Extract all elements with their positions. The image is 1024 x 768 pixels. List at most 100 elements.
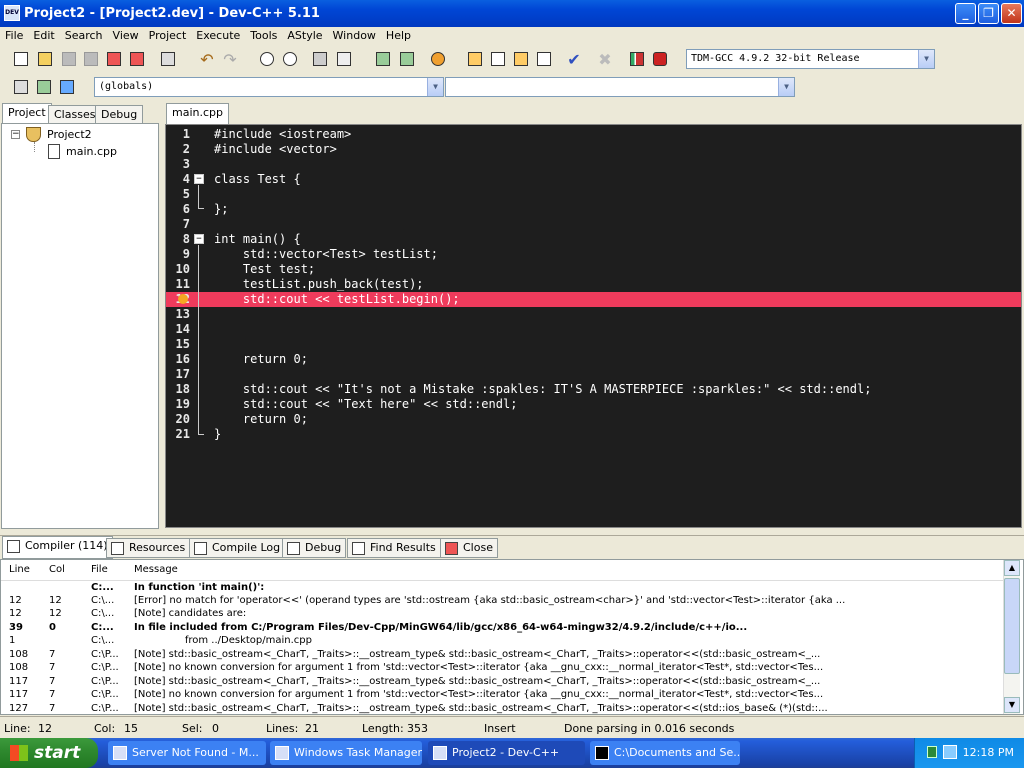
app-icon[interactable]: DEV <box>4 5 20 21</box>
project-options-icon[interactable] <box>427 48 449 70</box>
results-scrollbar[interactable]: ▲ ▼ <box>1003 560 1020 714</box>
menu-project[interactable]: Project <box>144 27 192 45</box>
maximize-button[interactable]: ❐ <box>978 3 999 24</box>
tab-find-results[interactable]: Find Results <box>347 538 441 558</box>
remove-from-project-icon[interactable] <box>396 48 418 70</box>
table-row[interactable]: 12 12 C:\... [Note] candidates are: <box>1 607 1003 621</box>
menu-astyle[interactable]: AStyle <box>282 27 327 45</box>
column-header-file[interactable]: File <box>83 560 126 581</box>
menu-file[interactable]: File <box>0 27 28 45</box>
code-line: 16 return 0; <box>175 352 308 366</box>
compiler-select-value: TDM-GCC 4.9.2 32-bit Release <box>691 53 860 64</box>
task-task-manager[interactable]: Windows Task Manager <box>270 741 422 765</box>
close-button[interactable]: ✕ <box>1001 3 1022 24</box>
syntax-check-icon[interactable]: ✔ <box>563 48 585 70</box>
new-file-icon[interactable] <box>10 48 32 70</box>
menu-help[interactable]: Help <box>381 27 416 45</box>
tab-project[interactable]: Project <box>2 103 52 124</box>
table-row[interactable]: 117 7 C:\P... [Note] std::basic_ostream<_Ch… <box>1 675 1003 689</box>
scroll-down-icon[interactable]: ▼ <box>1004 697 1020 713</box>
tab-find-results-label: Find Results <box>370 541 436 554</box>
column-header-message[interactable]: Message <box>126 560 1003 581</box>
tree-project-node[interactable]: Project2 <box>47 128 92 141</box>
find-icon[interactable] <box>256 48 278 70</box>
clock[interactable]: 12:18 PM <box>963 746 1014 759</box>
debug-icon[interactable] <box>649 48 671 70</box>
stop-execution-icon[interactable]: ✖ <box>594 48 616 70</box>
menu-window[interactable]: Window <box>328 27 381 45</box>
browser-icon <box>113 746 127 760</box>
table-row[interactable]: 108 7 C:\P... [Note] std::basic_ostream<_Ch… <box>1 648 1003 662</box>
code-editor[interactable]: 1 #include <iostream> 2 #include <vector> … <box>165 124 1022 528</box>
tab-close[interactable]: Close <box>440 538 498 558</box>
table-row[interactable]: C:... In function 'int main()': <box>1 580 1003 594</box>
task-firefox[interactable]: Server Not Found - M... <box>108 741 266 765</box>
class-toolbar: (globals) ▼ ▼ <box>0 73 1024 101</box>
goto-declaration-icon[interactable] <box>10 76 32 98</box>
compiler-results-panel[interactable]: Line Col File Message C:... In function 'int… <box>0 559 1024 715</box>
column-header-line[interactable]: Line <box>1 560 41 581</box>
table-row[interactable]: 1 C:\... from ../Desktop/main.cpp <box>1 634 1003 648</box>
compile-run-icon[interactable] <box>510 48 532 70</box>
network-icon[interactable] <box>943 745 957 759</box>
run-icon[interactable] <box>487 48 509 70</box>
open-file-icon[interactable] <box>34 48 56 70</box>
scroll-up-icon[interactable]: ▲ <box>1004 560 1020 576</box>
save-icon[interactable] <box>58 48 80 70</box>
tab-compile-log[interactable]: Compile Log <box>189 538 286 558</box>
scope-select[interactable]: (globals) ▼ <box>94 77 444 97</box>
bookmark-icon[interactable] <box>56 76 78 98</box>
task-task-manager-label: Windows Task Manager <box>294 746 422 759</box>
chevron-down-icon[interactable]: ▼ <box>918 50 934 68</box>
close-all-icon[interactable] <box>126 48 148 70</box>
start-button[interactable]: start <box>0 738 98 768</box>
title-bar[interactable]: DEV Project2 - [Project2.dev] - Dev-C++ … <box>0 0 1024 27</box>
profile-chart-icon[interactable] <box>626 48 648 70</box>
table-row[interactable]: 117 7 C:\P... [Note] no known conversion fo… <box>1 688 1003 702</box>
table-row[interactable]: 108 7 C:\P... [Note] no known conversion fo… <box>1 661 1003 675</box>
replace-icon[interactable] <box>279 48 301 70</box>
table-row[interactable]: 39 0 C:... In file included from C:/Program… <box>1 621 1003 635</box>
menu-bar: File Edit Search View Project Execute Tools ASt… <box>0 27 1024 45</box>
chevron-down-icon[interactable]: ▼ <box>427 78 443 96</box>
close-file-icon[interactable] <box>103 48 125 70</box>
tab-main-cpp[interactable]: main.cpp <box>166 103 229 124</box>
tree-file-node[interactable]: main.cpp <box>66 145 117 158</box>
symbol-select[interactable]: ▼ <box>445 77 795 97</box>
menu-edit[interactable]: Edit <box>28 27 59 45</box>
menu-view[interactable]: View <box>108 27 144 45</box>
find-results-icon <box>352 542 365 555</box>
rebuild-all-icon[interactable] <box>533 48 555 70</box>
undo-icon[interactable]: ↶ <box>196 48 218 70</box>
goto-line-icon[interactable] <box>333 48 355 70</box>
indent-icon[interactable] <box>309 48 331 70</box>
add-to-project-icon[interactable] <box>372 48 394 70</box>
table-row[interactable]: 12 12 C:\... [Error] no match for 'operator… <box>1 594 1003 608</box>
tray-app-icon[interactable] <box>927 746 937 758</box>
save-all-icon[interactable] <box>80 48 102 70</box>
column-header-col[interactable]: Col <box>41 560 83 581</box>
menu-search[interactable]: Search <box>60 27 108 45</box>
compiler-select[interactable]: TDM-GCC 4.9.2 32-bit Release ▼ <box>686 49 935 69</box>
chevron-down-icon[interactable]: ▼ <box>778 78 794 96</box>
compile-icon[interactable] <box>464 48 486 70</box>
scroll-thumb[interactable] <box>1004 578 1020 674</box>
table-row[interactable]: 127 7 C:\P... [Note] std::basic_ostream<_Ch… <box>1 702 1003 716</box>
fold-toggle-icon[interactable]: − <box>194 174 204 184</box>
print-icon[interactable] <box>157 48 179 70</box>
tab-debug[interactable]: Debug <box>95 105 144 124</box>
menu-tools[interactable]: Tools <box>245 27 282 45</box>
tab-compiler[interactable]: Compiler (114) <box>2 536 113 559</box>
fold-toggle-icon[interactable]: − <box>194 234 204 244</box>
tab-debug-output[interactable]: Debug <box>282 538 347 558</box>
minimize-button[interactable]: _ <box>955 3 976 24</box>
tab-resources[interactable]: Resources <box>106 538 191 558</box>
tab-classes[interactable]: Classes <box>48 105 102 124</box>
task-devcpp[interactable]: Project2 - Dev-C++ <box>428 741 585 765</box>
task-devcpp-label: Project2 - Dev-C++ <box>452 746 560 759</box>
collapse-icon[interactable]: − <box>11 130 20 139</box>
redo-icon[interactable]: ↷ <box>219 48 241 70</box>
goto-definition-icon[interactable] <box>33 76 55 98</box>
menu-execute[interactable]: Execute <box>191 27 245 45</box>
task-cmd[interactable]: C:\Documents and Se... <box>590 741 740 765</box>
